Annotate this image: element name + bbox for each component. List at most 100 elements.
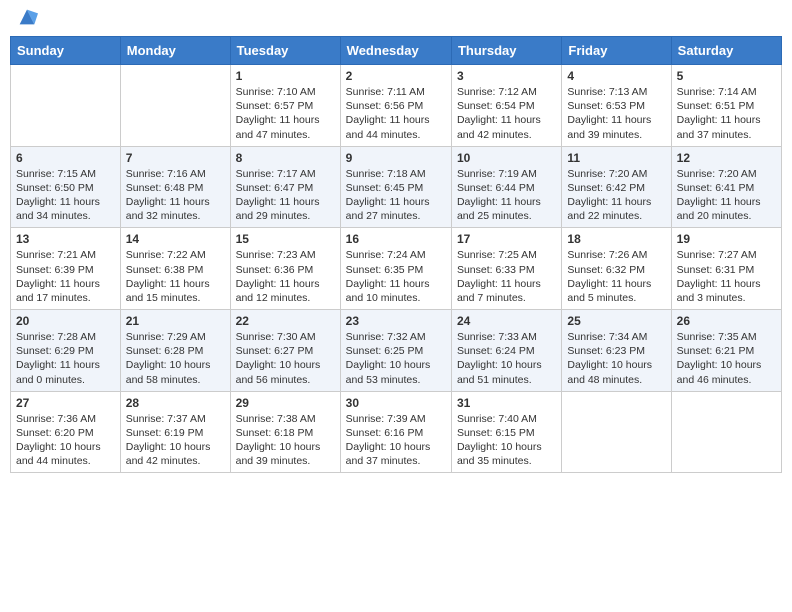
day-number: 24 [457,314,556,328]
calendar-day-header: Monday [120,37,230,65]
calendar-cell: 28 Sunrise: 7:37 AMSunset: 6:19 PMDayligh… [120,391,230,473]
cell-content: Sunrise: 7:38 AMSunset: 6:18 PMDaylight:… [236,412,335,469]
day-number: 10 [457,151,556,165]
cell-content: Sunrise: 7:11 AMSunset: 6:56 PMDaylight:… [346,85,446,142]
calendar-cell: 20Sunrise: 7:28 AMSunset: 6:29 PMDayligh… [11,310,121,392]
day-number: 25 [567,314,665,328]
day-number: 8 [236,151,335,165]
calendar-cell: 14 Sunrise: 7:22 AMSunset: 6:38 PMDayligh… [120,228,230,310]
calendar-week-row: 1 Sunrise: 7:10 AMSunset: 6:57 PMDaylight… [11,65,782,147]
day-number: 12 [677,151,776,165]
cell-content: Sunrise: 7:33 AMSunset: 6:24 PMDaylight:… [457,330,556,387]
cell-content: Sunrise: 7:34 AMSunset: 6:23 PMDaylight:… [567,330,665,387]
cell-content: Sunrise: 7:21 AMSunset: 6:39 PMDaylight:… [16,248,115,305]
cell-content: Sunrise: 7:25 AMSunset: 6:33 PMDaylight:… [457,248,556,305]
calendar-week-row: 6 Sunrise: 7:15 AMSunset: 6:50 PMDaylight… [11,146,782,228]
calendar-cell: 7 Sunrise: 7:16 AMSunset: 6:48 PMDaylight… [120,146,230,228]
calendar-cell: 24 Sunrise: 7:33 AMSunset: 6:24 PMDayligh… [451,310,561,392]
calendar-cell [11,65,121,147]
day-number: 19 [677,232,776,246]
calendar-week-row: 27 Sunrise: 7:36 AMSunset: 6:20 PMDayligh… [11,391,782,473]
calendar-cell: 25 Sunrise: 7:34 AMSunset: 6:23 PMDayligh… [562,310,671,392]
day-number: 9 [346,151,446,165]
calendar-cell: 4 Sunrise: 7:13 AMSunset: 6:53 PMDaylight… [562,65,671,147]
day-number: 2 [346,69,446,83]
calendar-cell: 12 Sunrise: 7:20 AMSunset: 6:41 PMDayligh… [671,146,781,228]
calendar-cell: 15 Sunrise: 7:23 AMSunset: 6:36 PMDayligh… [230,228,340,310]
day-number: 28 [126,396,225,410]
cell-content: Sunrise: 7:23 AMSunset: 6:36 PMDaylight:… [236,248,335,305]
cell-content: Sunrise: 7:32 AMSunset: 6:25 PMDaylight:… [346,330,446,387]
cell-content: Sunrise: 7:37 AMSunset: 6:19 PMDaylight:… [126,412,225,469]
cell-content: Sunrise: 7:16 AMSunset: 6:48 PMDaylight:… [126,167,225,224]
calendar-cell: 22Sunrise: 7:30 AMSunset: 6:27 PMDayligh… [230,310,340,392]
cell-content: Sunrise: 7:20 AMSunset: 6:42 PMDaylight:… [567,167,665,224]
calendar-cell: 8 Sunrise: 7:17 AMSunset: 6:47 PMDaylight… [230,146,340,228]
calendar-table: SundayMondayTuesdayWednesdayThursdayFrid… [10,36,782,473]
cell-content: Sunrise: 7:10 AMSunset: 6:57 PMDaylight:… [236,85,335,142]
calendar-day-header: Saturday [671,37,781,65]
cell-content: Sunrise: 7:17 AMSunset: 6:47 PMDaylight:… [236,167,335,224]
day-number: 15 [236,232,335,246]
calendar-cell: 13Sunrise: 7:21 AMSunset: 6:39 PMDayligh… [11,228,121,310]
calendar-cell: 11 Sunrise: 7:20 AMSunset: 6:42 PMDayligh… [562,146,671,228]
day-number: 29 [236,396,335,410]
logo [14,10,38,28]
cell-content: Sunrise: 7:18 AMSunset: 6:45 PMDaylight:… [346,167,446,224]
calendar-day-header: Wednesday [340,37,451,65]
page-header [10,10,782,28]
calendar-cell: 31 Sunrise: 7:40 AMSunset: 6:15 PMDayligh… [451,391,561,473]
day-number: 22 [236,314,335,328]
calendar-cell: 1 Sunrise: 7:10 AMSunset: 6:57 PMDaylight… [230,65,340,147]
calendar-cell [671,391,781,473]
calendar-week-row: 13Sunrise: 7:21 AMSunset: 6:39 PMDayligh… [11,228,782,310]
calendar-cell: 16 Sunrise: 7:24 AMSunset: 6:35 PMDayligh… [340,228,451,310]
calendar-day-header: Sunday [11,37,121,65]
cell-content: Sunrise: 7:36 AMSunset: 6:20 PMDaylight:… [16,412,115,469]
day-number: 11 [567,151,665,165]
day-number: 4 [567,69,665,83]
cell-content: Sunrise: 7:19 AMSunset: 6:44 PMDaylight:… [457,167,556,224]
day-number: 21 [126,314,225,328]
cell-content: Sunrise: 7:12 AMSunset: 6:54 PMDaylight:… [457,85,556,142]
cell-content: Sunrise: 7:22 AMSunset: 6:38 PMDaylight:… [126,248,225,305]
calendar-day-header: Friday [562,37,671,65]
calendar-header-row: SundayMondayTuesdayWednesdayThursdayFrid… [11,37,782,65]
calendar-cell: 5 Sunrise: 7:14 AMSunset: 6:51 PMDaylight… [671,65,781,147]
cell-content: Sunrise: 7:29 AMSunset: 6:28 PMDaylight:… [126,330,225,387]
day-number: 7 [126,151,225,165]
calendar-cell: 30Sunrise: 7:39 AMSunset: 6:16 PMDayligh… [340,391,451,473]
day-number: 30 [346,396,446,410]
calendar-cell: 23 Sunrise: 7:32 AMSunset: 6:25 PMDayligh… [340,310,451,392]
cell-content: Sunrise: 7:40 AMSunset: 6:15 PMDaylight:… [457,412,556,469]
calendar-cell: 18Sunrise: 7:26 AMSunset: 6:32 PMDayligh… [562,228,671,310]
day-number: 16 [346,232,446,246]
calendar-cell: 17Sunrise: 7:25 AMSunset: 6:33 PMDayligh… [451,228,561,310]
calendar-cell [562,391,671,473]
day-number: 5 [677,69,776,83]
cell-content: Sunrise: 7:28 AMSunset: 6:29 PMDaylight:… [16,330,115,387]
cell-content: Sunrise: 7:14 AMSunset: 6:51 PMDaylight:… [677,85,776,142]
calendar-cell: 2 Sunrise: 7:11 AMSunset: 6:56 PMDaylight… [340,65,451,147]
day-number: 26 [677,314,776,328]
cell-content: Sunrise: 7:13 AMSunset: 6:53 PMDaylight:… [567,85,665,142]
cell-content: Sunrise: 7:24 AMSunset: 6:35 PMDaylight:… [346,248,446,305]
cell-content: Sunrise: 7:20 AMSunset: 6:41 PMDaylight:… [677,167,776,224]
calendar-cell: 19Sunrise: 7:27 AMSunset: 6:31 PMDayligh… [671,228,781,310]
day-number: 27 [16,396,115,410]
calendar-cell: 27 Sunrise: 7:36 AMSunset: 6:20 PMDayligh… [11,391,121,473]
day-number: 23 [346,314,446,328]
day-number: 14 [126,232,225,246]
calendar-cell: 10 Sunrise: 7:19 AMSunset: 6:44 PMDayligh… [451,146,561,228]
calendar-cell: 29 Sunrise: 7:38 AMSunset: 6:18 PMDayligh… [230,391,340,473]
cell-content: Sunrise: 7:35 AMSunset: 6:21 PMDaylight:… [677,330,776,387]
day-number: 31 [457,396,556,410]
calendar-cell: 21 Sunrise: 7:29 AMSunset: 6:28 PMDayligh… [120,310,230,392]
calendar-day-header: Tuesday [230,37,340,65]
logo-icon [16,6,38,28]
day-number: 18 [567,232,665,246]
cell-content: Sunrise: 7:15 AMSunset: 6:50 PMDaylight:… [16,167,115,224]
calendar-cell: 3Sunrise: 7:12 AMSunset: 6:54 PMDaylight… [451,65,561,147]
day-number: 6 [16,151,115,165]
day-number: 1 [236,69,335,83]
